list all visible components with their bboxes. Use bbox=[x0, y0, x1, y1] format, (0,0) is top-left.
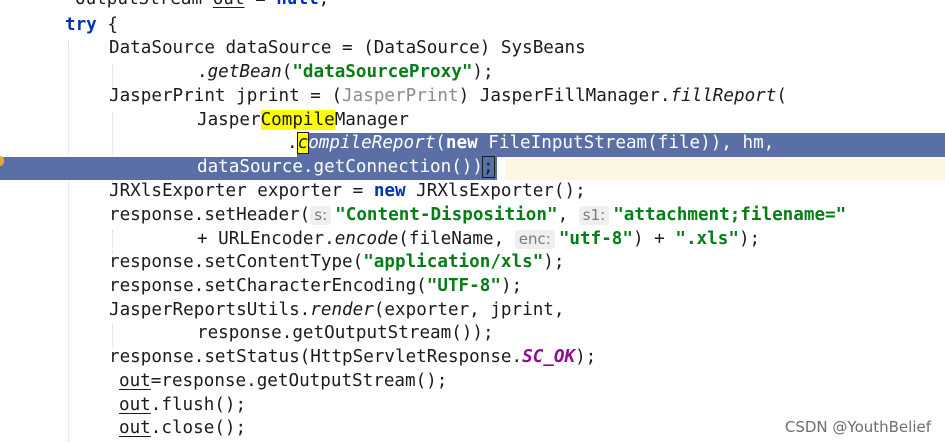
code-line-selected: .compileReport(new FileInputStream(file)… bbox=[287, 132, 775, 154]
code-line: out.close(); bbox=[119, 418, 247, 438]
code-line: + URLEncoder.encode(fileName, enc: "utf-8… bbox=[197, 229, 761, 249]
watermark: CSDN @YouthBelief bbox=[784, 418, 931, 436]
code-line: JasperReportsUtils.render(exporter, jpri… bbox=[109, 300, 565, 320]
code-line: JasperPrint jprint = (JasperPrint) Jaspe… bbox=[109, 86, 787, 106]
code-line: response.setCharacterEncoding("UTF-8"); bbox=[109, 276, 523, 296]
parameter-hint: enc: bbox=[514, 230, 555, 249]
code-line: try { bbox=[65, 15, 118, 35]
code-line-selected: dataSource.getConnection()); bbox=[197, 156, 495, 178]
code-line: DataSource dataSource = (DataSource) Sys… bbox=[109, 38, 586, 58]
parameter-hint: s1: bbox=[578, 206, 610, 225]
code-line: response.setStatus(HttpServletResponse.S… bbox=[109, 347, 597, 367]
code-line: out.flush(); bbox=[119, 395, 247, 415]
code-editor[interactable]: OutputStream out = null; try { DataSourc… bbox=[0, 0, 945, 442]
code-line: out=response.getOutputStream(); bbox=[119, 371, 448, 391]
bracket-match: ; bbox=[482, 156, 495, 178]
code-line: JasperCompileManager bbox=[197, 110, 409, 130]
variable-out: out bbox=[213, 0, 245, 9]
variable-out: out bbox=[119, 418, 151, 438]
variable-out: out bbox=[119, 395, 151, 415]
code-line: OutputStream out = null; bbox=[75, 0, 329, 12]
parameter-hint: s: bbox=[310, 206, 332, 225]
keyword-try: try bbox=[65, 15, 97, 35]
search-highlight: Compile bbox=[260, 110, 335, 130]
code-line: .getBean("dataSourceProxy"); bbox=[197, 62, 494, 82]
current-line-highlight bbox=[505, 157, 945, 180]
text-caret: c bbox=[296, 132, 310, 154]
variable-out: out bbox=[119, 371, 151, 391]
code-line: response.getOutputStream()); bbox=[197, 323, 494, 343]
code-line: response.setContentType("application/xls… bbox=[109, 252, 565, 272]
code-line: response.setHeader(s: "Content-Dispositio… bbox=[109, 205, 847, 225]
indent-guide bbox=[68, 40, 69, 442]
code-line: JRXlsExporter exporter = new JRXlsExport… bbox=[109, 181, 586, 201]
indent-guide bbox=[112, 324, 113, 348]
